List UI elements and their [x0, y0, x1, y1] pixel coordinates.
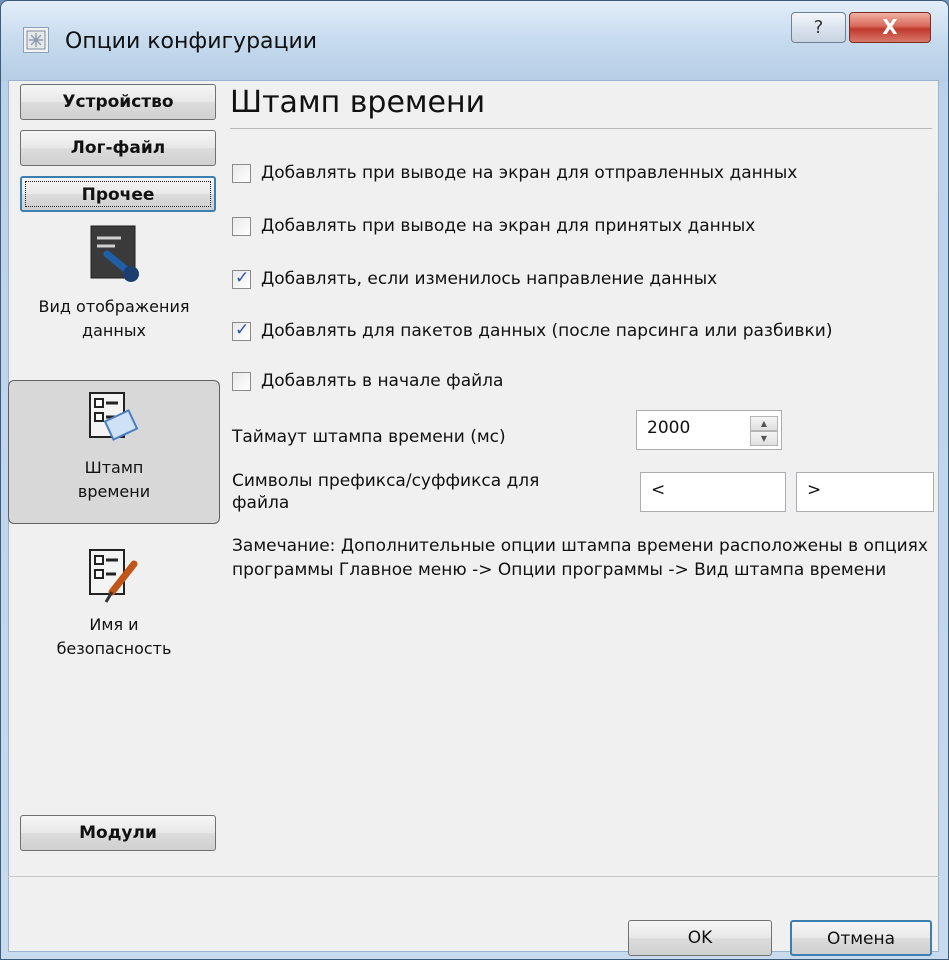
checkbox-packets-label: Добавлять для пакетов данных (после парс…: [261, 321, 833, 341]
timestamp-ok-icon: [9, 391, 219, 456]
checkbox-direction-change[interactable]: ✓: [232, 267, 251, 289]
footer-divider: [8, 876, 939, 877]
checkbox-row-received-data[interactable]: Добавлять при выводе на экран для принят…: [232, 213, 755, 239]
nav-tile-display-view[interactable]: Вид отображения данных: [8, 224, 220, 374]
checkbox-sent-data-label: Добавлять при выводе на экран для отправ…: [261, 163, 798, 183]
window-title: Опции конфигурации: [65, 29, 318, 54]
nav-button-modules[interactable]: Модули: [20, 815, 216, 851]
nav-tile-display-view-label: Вид отображения данных: [38, 297, 190, 340]
nav-button-device[interactable]: Устройство: [20, 84, 216, 120]
checkbox-row-file-start[interactable]: Добавлять в начале файла: [232, 368, 503, 394]
checkbox-row-packets[interactable]: ✓ Добавлять для пакетов данных (после па…: [232, 318, 832, 344]
checkbox-file-start[interactable]: [232, 371, 251, 391]
nav-tile-timestamp-label: Штамп времени: [77, 458, 151, 501]
checkbox-file-start-label: Добавлять в начале файла: [261, 371, 504, 391]
timeout-spinner[interactable]: ▲ ▼: [750, 416, 778, 446]
ok-button[interactable]: OK: [628, 920, 772, 956]
checkbox-direction-change-label: Добавлять, если изменилось направление д…: [261, 269, 718, 289]
page-title: Штамп времени: [230, 85, 486, 120]
timeout-label: Таймаут штампа времени (мс): [232, 427, 506, 447]
app-icon: [23, 27, 49, 53]
checkbox-packets[interactable]: ✓: [232, 319, 251, 341]
nav-tile-name-security-label: Имя и безопасность: [56, 615, 172, 658]
cancel-button[interactable]: Отмена: [790, 920, 932, 956]
nav-tile-name-security[interactable]: Имя и безопасность: [8, 548, 220, 678]
checkbox-row-direction-change[interactable]: ✓ Добавлять, если изменилось направление…: [232, 266, 717, 292]
timestamp-note: Замечание: Дополнительные опции штампа в…: [232, 536, 928, 580]
suffix-input[interactable]: >: [796, 472, 934, 512]
display-view-icon: [8, 224, 220, 295]
name-security-icon: [8, 548, 220, 613]
close-button[interactable]: X: [849, 12, 931, 43]
spin-up-icon[interactable]: ▲: [750, 416, 778, 431]
prefix-input[interactable]: <: [640, 472, 786, 512]
prefix-suffix-label: Символы префикса/суффикса для файла: [232, 471, 540, 513]
nav-button-log-file[interactable]: Лог-файл: [20, 130, 216, 166]
checkbox-received-data-label: Добавлять при выводе на экран для принят…: [261, 216, 756, 236]
title-bar[interactable]: Опции конфигурации ? X: [1, 1, 948, 81]
check-mark-icon: ✓: [235, 267, 250, 288]
nav-button-other-label: Прочее: [81, 185, 155, 205]
divider: [230, 128, 932, 129]
checkbox-sent-data[interactable]: [232, 163, 251, 183]
check-mark-icon: ✓: [235, 319, 250, 340]
checkbox-received-data[interactable]: [232, 216, 251, 236]
nav-tile-timestamp[interactable]: Штамп времени: [8, 380, 220, 524]
checkbox-row-sent-data[interactable]: Добавлять при выводе на экран для отправ…: [232, 160, 797, 186]
spin-down-icon[interactable]: ▼: [750, 431, 778, 446]
help-button[interactable]: ?: [791, 12, 846, 43]
nav-button-other[interactable]: Прочее: [20, 176, 216, 212]
